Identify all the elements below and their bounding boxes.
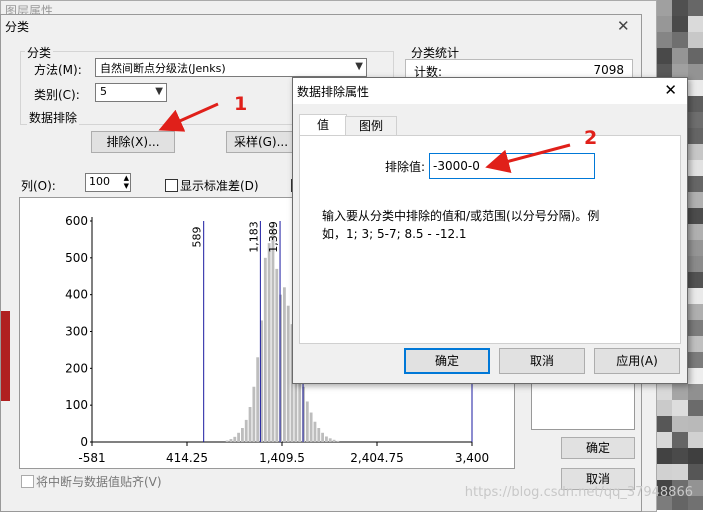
annotation-arrow-2 [485, 143, 571, 173]
annotation-arrows [158, 102, 571, 173]
watermark: https://blog.csdn.net/qq_37948866 [464, 485, 693, 500]
annotation-arrow-1 [158, 102, 219, 132]
